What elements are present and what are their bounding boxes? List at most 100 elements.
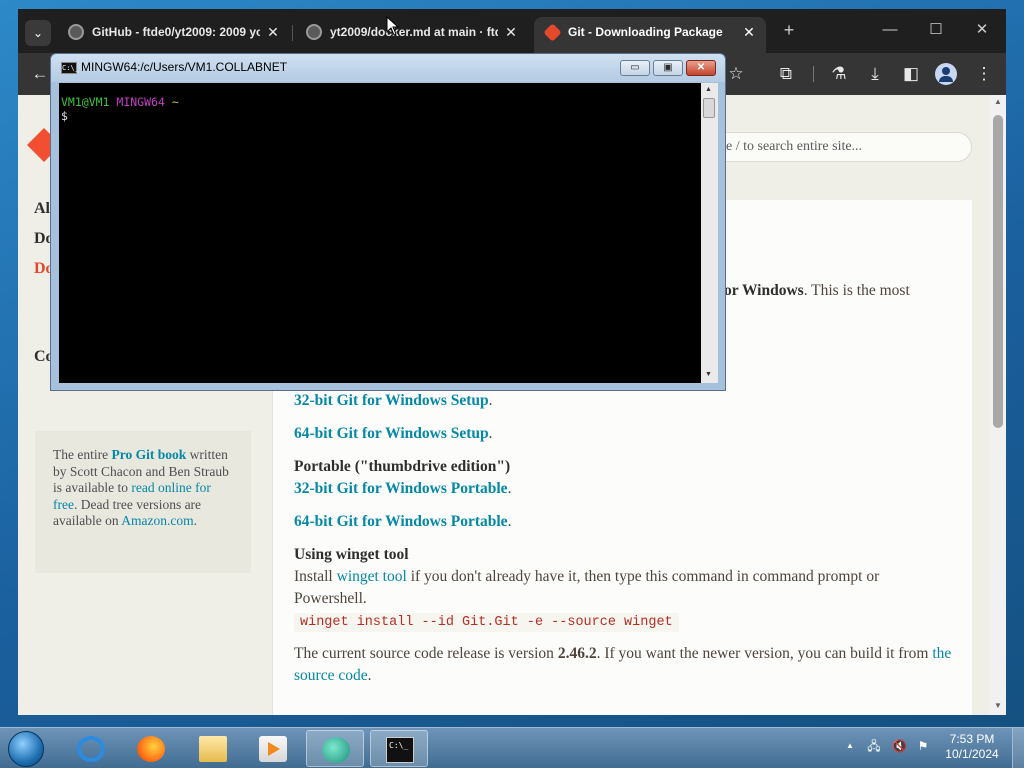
git-logo-icon <box>543 23 562 42</box>
taskbar-firefox[interactable] <box>122 730 180 767</box>
profile-avatar[interactable] <box>935 63 957 85</box>
portable32-link[interactable]: 32-bit Git for Windows Portable <box>294 480 508 497</box>
scrollbar-thumb[interactable] <box>703 98 715 118</box>
minimize-button[interactable]: — <box>875 19 905 41</box>
portable-heading: Portable ("thumbdrive edition") <box>294 458 511 475</box>
scroll-up-arrow[interactable]: ▲ <box>993 97 1003 106</box>
period: . <box>507 513 512 530</box>
toolbar-divider <box>813 66 814 82</box>
download-icon[interactable]: ⤓ <box>863 62 887 86</box>
intro-bold: or Windows <box>724 282 804 299</box>
release-text-2: . If you want the newer version, you can… <box>596 645 933 662</box>
folder-icon <box>199 736 227 762</box>
pro-git-book-callout: The entire Pro Git book written by Scott… <box>35 431 251 573</box>
period: . <box>507 480 512 497</box>
prompt-env: MINGW64 <box>116 95 165 109</box>
extensions-icon[interactable]: ⧉ <box>774 62 798 86</box>
setup64-line: 64-bit Git for Windows Setup. <box>294 425 493 443</box>
command-prompt-icon: C:\_ <box>386 737 414 763</box>
tab-github-yt2009[interactable]: GitHub - ftde0/yt2009: 2009 yo ✕ <box>58 17 290 53</box>
new-tab-button[interactable]: + <box>778 19 800 41</box>
clock-date: 10/1/2024 <box>945 747 999 761</box>
taskbar-internet-explorer[interactable] <box>62 730 120 767</box>
action-center-flag-icon[interactable]: ⚑ <box>916 739 930 753</box>
page-scrollbar[interactable]: ▲ ▼ <box>990 95 1006 715</box>
app-bubble-icon <box>322 737 350 763</box>
winget-text: Install <box>294 568 337 585</box>
tray-overflow-arrow-icon[interactable]: ▲ <box>843 739 857 753</box>
taskbar-terminal[interactable]: C:\_ <box>370 730 428 767</box>
close-icon[interactable]: ✕ <box>742 17 756 47</box>
prompt-user: VM1@VM1 <box>61 95 110 109</box>
probook-text: The entire <box>53 447 112 462</box>
terminal-titlebar[interactable]: C:\_ MINGW64:/c/Users/VM1.COLLABNET ▭ ▣ … <box>51 54 725 82</box>
terminal-window[interactable]: C:\_ MINGW64:/c/Users/VM1.COLLABNET ▭ ▣ … <box>50 53 726 391</box>
period: . <box>488 392 493 409</box>
winget-tool-link[interactable]: winget tool <box>337 568 407 585</box>
prompt-dir: ~ <box>171 95 179 109</box>
side-panel-icon[interactable]: ◧ <box>899 62 923 86</box>
internet-explorer-icon <box>77 736 105 762</box>
taskbar-media-player[interactable] <box>244 730 302 767</box>
scroll-down-arrow[interactable]: ▼ <box>705 371 712 378</box>
menu-kebab-icon[interactable]: ⋮ <box>972 62 996 86</box>
period: . <box>367 667 372 684</box>
show-desktop-button[interactable] <box>1012 728 1024 768</box>
taskbar-clock[interactable]: 7:53 PM 10/1/2024 <box>937 732 1007 762</box>
terminal-minimize-button[interactable]: ▭ <box>620 60 650 76</box>
github-icon <box>306 24 322 40</box>
period: . <box>488 425 493 442</box>
terminal-scrollbar[interactable]: ▲ ▼ <box>701 83 718 383</box>
tab-bar: ⌄ GitHub - ftde0/yt2009: 2009 yo ✕ yt200… <box>18 9 1006 53</box>
tab-git-download[interactable]: Git - Downloading Package ✕ <box>534 17 766 53</box>
winget-instructions: Install winget tool if you don't already… <box>294 568 879 586</box>
back-arrow-icon[interactable]: ← <box>28 62 52 86</box>
winget-instructions-cont: Powershell. <box>294 590 367 607</box>
release-text-cont: source code. <box>294 667 371 685</box>
taskbar-file-explorer[interactable] <box>184 730 242 767</box>
intro-tail: . This is the most <box>803 282 910 299</box>
scrollbar-thumb[interactable] <box>993 115 1003 428</box>
clock-time: 7:53 PM <box>949 732 995 746</box>
prompt-symbol: $ <box>61 109 68 123</box>
labs-flask-icon[interactable]: ⚗ <box>827 62 851 86</box>
portable64-line: 64-bit Git for Windows Portable. <box>294 513 511 531</box>
winget-command-code: winget install --id Git.Git -e --source … <box>294 613 679 632</box>
terminal-close-button[interactable]: ✕ <box>686 60 716 76</box>
terminal-maximize-button[interactable]: ▣ <box>653 60 683 76</box>
network-icon[interactable]: 🖧 <box>867 739 881 753</box>
winget-heading: Using winget tool <box>294 546 409 563</box>
media-player-icon <box>259 736 287 762</box>
taskbar-chrome-app[interactable] <box>306 730 364 767</box>
setup32-link[interactable]: 32-bit Git for Windows Setup <box>294 392 489 409</box>
source-code-link[interactable]: the <box>932 645 951 662</box>
volume-muted-icon[interactable]: 🔇 <box>892 739 907 753</box>
taskbar: C:\_ ▲ 🖧 🔇 ⚑ 7:53 PM 10/1/2024 <box>0 727 1024 768</box>
scroll-up-arrow[interactable]: ▲ <box>705 86 712 93</box>
close-icon[interactable]: ✕ <box>266 17 280 47</box>
tab-docker-md[interactable]: yt2009/docker.md at main · ftde ✕ <box>296 17 528 53</box>
close-window-button[interactable]: ✕ <box>967 19 997 41</box>
source-code-link[interactable]: source code <box>294 667 368 684</box>
tab-search-button[interactable]: ⌄ <box>25 20 51 46</box>
bookmark-star-icon[interactable]: ☆ <box>724 62 748 86</box>
setup64-link[interactable]: 64-bit Git for Windows Setup <box>294 425 489 442</box>
tab-title: yt2009/docker.md at main · ftde <box>330 25 498 39</box>
release-version: 2.46.2 <box>557 645 597 662</box>
pro-git-book-link[interactable]: Pro Git book <box>111 447 186 462</box>
setup32-line: 32-bit Git for Windows Setup. <box>294 392 493 410</box>
sidebar-item-about[interactable]: Al <box>34 200 50 218</box>
close-icon[interactable]: ✕ <box>504 17 518 47</box>
amazon-link[interactable]: Amazon.com <box>121 513 193 528</box>
start-button[interactable] <box>8 731 44 767</box>
release-text-1: The current source code release is versi… <box>294 645 558 662</box>
firefox-icon <box>137 736 165 762</box>
intro-text: or Windows. This is the most <box>724 282 910 300</box>
tab-title: Git - Downloading Package <box>568 25 723 39</box>
portable64-link[interactable]: 64-bit Git for Windows Portable <box>294 513 508 530</box>
maximize-button[interactable]: ☐ <box>921 19 951 41</box>
portable32-line: 32-bit Git for Windows Portable. <box>294 480 511 498</box>
terminal-app-icon: C:\_ <box>61 62 79 74</box>
terminal-output[interactable]: VM1@VM1 MINGW64 ~ $ <box>59 83 701 383</box>
scroll-down-arrow[interactable]: ▼ <box>993 701 1003 710</box>
